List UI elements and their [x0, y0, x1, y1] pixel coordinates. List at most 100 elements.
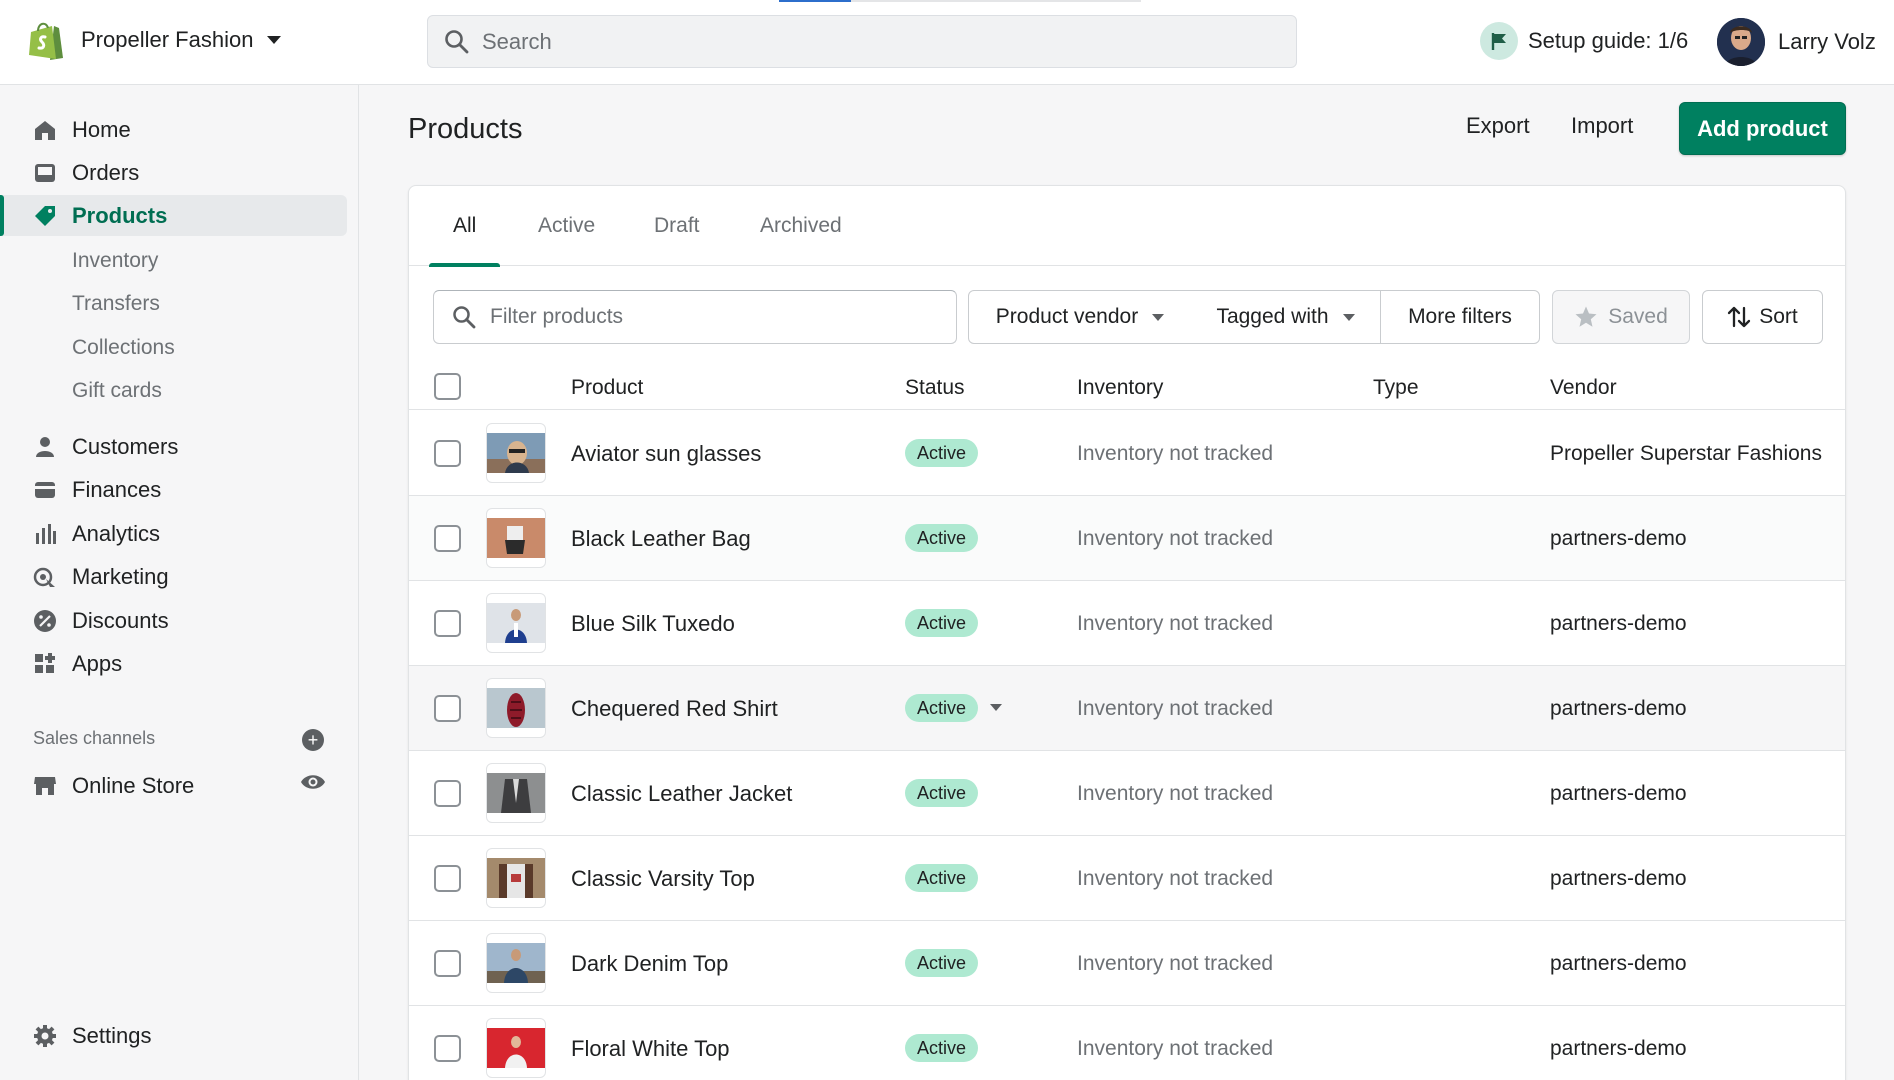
column-header-product[interactable]: Product: [571, 376, 643, 400]
tab-active[interactable]: Active: [538, 186, 595, 266]
sidebar-item-marketing[interactable]: Marketing: [0, 556, 347, 597]
inventory-value: Inventory not tracked: [1077, 1037, 1274, 1060]
more-filters-button[interactable]: More filters: [1380, 290, 1540, 344]
status-badge[interactable]: Active: [905, 694, 979, 722]
sidebar-item-label: Inventory: [72, 248, 159, 272]
status-badge: Active: [905, 949, 979, 977]
chevron-down-icon: [1342, 313, 1355, 321]
select-all-checkbox[interactable]: [434, 373, 461, 400]
setup-guide-label: Setup guide: 1/6: [1528, 28, 1689, 53]
sidebar: Home Orders Products Inventory Transfers…: [0, 85, 359, 1080]
row-checkbox[interactable]: [434, 525, 461, 552]
product-name[interactable]: Chequered Red Shirt: [571, 696, 778, 722]
product-name[interactable]: Classic Leather Jacket: [571, 781, 792, 807]
product-thumbnail: [486, 933, 546, 993]
orders-icon: [32, 160, 58, 186]
tab-archived[interactable]: Archived: [760, 186, 842, 266]
avatar: [1717, 18, 1765, 66]
row-checkbox[interactable]: [434, 1035, 461, 1062]
sort-button[interactable]: Sort: [1702, 290, 1823, 344]
table-row[interactable]: Dark Denim Top Active Inventory not trac…: [409, 921, 1845, 1006]
add-sales-channel-button[interactable]: +: [302, 729, 324, 751]
product-vendor-filter[interactable]: Product vendor: [968, 290, 1192, 344]
user-menu[interactable]: Larry Volz: [1717, 18, 1876, 66]
row-checkbox[interactable]: [434, 610, 461, 637]
sidebar-item-online-store[interactable]: Online Store: [0, 765, 347, 806]
row-checkbox[interactable]: [434, 695, 461, 722]
sidebar-item-settings[interactable]: Settings: [0, 1015, 347, 1056]
table-row[interactable]: Blue Silk Tuxedo Active Inventory not tr…: [409, 581, 1845, 666]
sidebar-item-analytics[interactable]: Analytics: [0, 513, 347, 554]
status-badge: Active: [905, 779, 979, 807]
shopify-logo-icon: [29, 22, 63, 60]
sidebar-item-label: Marketing: [72, 563, 169, 589]
product-vendor-label: Product vendor: [995, 305, 1139, 328]
store-switcher[interactable]: Propeller Fashion: [28, 20, 282, 60]
column-header-inventory[interactable]: Inventory: [1077, 376, 1163, 400]
row-checkbox[interactable]: [434, 440, 461, 467]
table-row[interactable]: Aviator sun glasses Active Inventory not…: [409, 411, 1845, 496]
sidebar-item-collections[interactable]: Collections: [0, 327, 347, 368]
sort-label: Sort: [1759, 305, 1798, 328]
sidebar-item-discounts[interactable]: Discounts: [0, 600, 347, 641]
product-name[interactable]: Blue Silk Tuxedo: [571, 611, 735, 637]
marketing-icon: [32, 564, 58, 590]
row-checkbox[interactable]: [434, 865, 461, 892]
product-name[interactable]: Dark Denim Top: [571, 951, 728, 977]
filter-products-input[interactable]: [490, 305, 930, 329]
finances-icon: [32, 477, 58, 503]
chevron-down-icon[interactable]: [990, 704, 1002, 711]
sales-channels-heading: Sales channels: [33, 728, 156, 748]
sidebar-item-label: Collections: [72, 335, 175, 359]
table-row[interactable]: Classic Leather Jacket Active Inventory …: [409, 751, 1845, 836]
product-name[interactable]: Black Leather Bag: [571, 526, 751, 552]
tab-all[interactable]: All: [428, 186, 502, 267]
search-icon: [445, 29, 469, 53]
column-header-type[interactable]: Type: [1373, 376, 1419, 400]
sidebar-item-home[interactable]: Home: [0, 109, 347, 150]
sort-icon: [1728, 306, 1751, 328]
sidebar-item-label: Analytics: [72, 520, 161, 546]
column-header-status[interactable]: Status: [905, 376, 965, 400]
sidebar-item-apps[interactable]: Apps: [0, 643, 347, 684]
sidebar-item-inventory[interactable]: Inventory: [0, 240, 347, 281]
column-header-vendor[interactable]: Vendor: [1550, 376, 1617, 400]
vendor-value: partners-demo: [1550, 1037, 1687, 1060]
sidebar-item-transfers[interactable]: Transfers: [0, 283, 347, 324]
setup-guide-button[interactable]: Setup guide: 1/6: [1480, 22, 1688, 60]
table-row[interactable]: Black Leather Bag Active Inventory not t…: [409, 496, 1845, 581]
export-button[interactable]: Export: [1466, 113, 1530, 139]
product-thumbnail: [486, 1018, 546, 1078]
filter-products-field[interactable]: [433, 290, 957, 344]
top-bar: Propeller Fashion Setup guide: 1/6: [0, 0, 1894, 85]
sidebar-item-products[interactable]: Products: [0, 195, 347, 236]
table-row[interactable]: Floral White Top Active Inventory not tr…: [409, 1006, 1845, 1080]
page-title: Products: [408, 113, 523, 145]
product-name[interactable]: Aviator sun glasses: [571, 441, 761, 467]
search-input[interactable]: [482, 28, 1262, 55]
eye-icon[interactable]: [300, 773, 326, 796]
sidebar-item-orders[interactable]: Orders: [0, 152, 347, 193]
table-row[interactable]: Chequered Red Shirt Active Inventory not…: [409, 666, 1845, 751]
discount-icon: [32, 608, 58, 634]
sidebar-item-label: Customers: [72, 433, 179, 459]
home-icon: [32, 117, 58, 143]
global-search[interactable]: [427, 15, 1297, 68]
product-name[interactable]: Floral White Top: [571, 1036, 730, 1062]
sidebar-item-customers[interactable]: Customers: [0, 426, 347, 467]
sidebar-item-label: Orders: [72, 159, 140, 185]
table-row[interactable]: Classic Varsity Top Active Inventory not…: [409, 836, 1845, 921]
row-checkbox[interactable]: [434, 780, 461, 807]
import-button[interactable]: Import: [1571, 113, 1633, 139]
add-product-button[interactable]: Add product: [1679, 102, 1846, 155]
row-checkbox[interactable]: [434, 950, 461, 977]
tagged-with-label: Tagged with: [1216, 305, 1329, 328]
sidebar-item-finances[interactable]: Finances: [0, 469, 347, 510]
saved-button[interactable]: Saved: [1552, 290, 1690, 344]
sidebar-item-gift-cards[interactable]: Gift cards: [0, 370, 347, 411]
tagged-with-filter[interactable]: Tagged with: [1191, 290, 1381, 344]
tab-draft[interactable]: Draft: [654, 186, 700, 266]
status-badge: Active: [905, 609, 979, 637]
product-name[interactable]: Classic Varsity Top: [571, 866, 755, 892]
sidebar-item-label: Home: [72, 116, 131, 142]
